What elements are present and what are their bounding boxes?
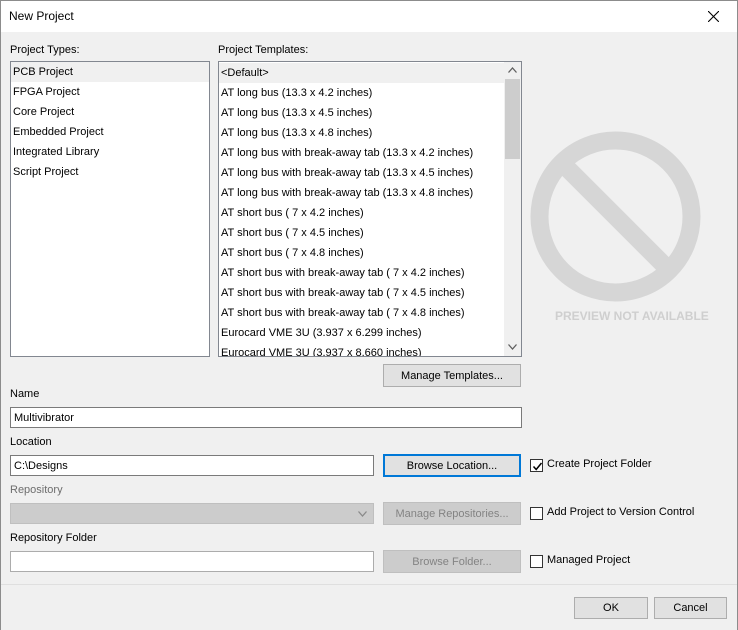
project-type-item[interactable]: Embedded Project: [11, 122, 209, 142]
project-type-item[interactable]: Core Project: [11, 102, 209, 122]
project-template-item[interactable]: AT long bus (13.3 x 4.8 inches): [219, 123, 504, 143]
dialog-title: New Project: [9, 9, 74, 23]
scroll-up-button[interactable]: [504, 62, 521, 79]
project-template-item[interactable]: AT short bus ( 7 x 4.5 inches): [219, 223, 504, 243]
close-button[interactable]: [691, 1, 737, 32]
version-control-check-box[interactable]: [530, 507, 543, 520]
location-input[interactable]: [10, 455, 374, 476]
no-preview-icon: [530, 131, 701, 302]
project-templates-list[interactable]: <Default> AT long bus (13.3 x 4.2 inches)…: [218, 61, 522, 357]
managed-project-check-box[interactable]: [530, 555, 543, 568]
chevron-down-icon: [508, 344, 517, 350]
name-input[interactable]: [10, 407, 522, 428]
close-icon: [708, 11, 719, 22]
preview-unavailable-text: PREVIEW NOT AVAILABLE: [555, 309, 709, 323]
chevron-up-icon: [508, 67, 517, 73]
project-template-item[interactable]: Eurocard VME 3U (3.937 x 6.299 inches): [219, 323, 504, 343]
create-folder-check-box[interactable]: [530, 459, 543, 472]
dialog-footer: OK Cancel: [1, 584, 737, 630]
scroll-down-button[interactable]: [504, 339, 521, 356]
project-template-item[interactable]: AT short bus with break-away tab ( 7 x 4…: [219, 303, 504, 323]
project-types-label: Project Types:: [10, 44, 80, 56]
repository-combo[interactable]: [10, 503, 374, 524]
project-template-item[interactable]: AT long bus with break-away tab (13.3 x …: [219, 163, 504, 183]
project-template-item[interactable]: AT short bus ( 7 x 4.8 inches): [219, 243, 504, 263]
create-folder-label: Create Project Folder: [547, 458, 652, 470]
project-template-item[interactable]: AT short bus ( 7 x 4.2 inches): [219, 203, 504, 223]
browse-folder-button[interactable]: Browse Folder...: [383, 550, 521, 573]
project-template-item[interactable]: AT short bus with break-away tab ( 7 x 4…: [219, 263, 504, 283]
project-type-item[interactable]: PCB Project: [11, 62, 209, 82]
add-to-version-control-checkbox[interactable]: Add Project to Version Control: [530, 506, 710, 521]
project-template-item[interactable]: <Default>: [219, 63, 504, 83]
templates-scrollbar[interactable]: [504, 62, 521, 356]
repository-folder-label: Repository Folder: [10, 532, 97, 544]
checkmark-icon: [532, 462, 543, 471]
ok-button[interactable]: OK: [574, 597, 648, 619]
scroll-thumb[interactable]: [505, 79, 520, 159]
project-type-item[interactable]: Integrated Library: [11, 142, 209, 162]
dropdown-arrow-icon: [358, 511, 367, 517]
project-template-item[interactable]: AT long bus (13.3 x 4.5 inches): [219, 103, 504, 123]
managed-project-checkbox[interactable]: Managed Project: [530, 554, 650, 569]
cancel-button[interactable]: Cancel: [654, 597, 727, 619]
version-control-label: Add Project to Version Control: [547, 506, 695, 518]
repository-folder-input[interactable]: [10, 551, 374, 572]
manage-templates-button[interactable]: Manage Templates...: [383, 364, 521, 387]
title-bar: New Project: [1, 1, 737, 32]
repository-label: Repository: [10, 484, 63, 496]
manage-repositories-button[interactable]: Manage Repositories...: [383, 502, 521, 525]
project-template-item[interactable]: Eurocard VME 3U (3.937 x 8.660 inches): [219, 343, 504, 356]
managed-project-label: Managed Project: [547, 554, 631, 566]
name-label: Name: [10, 388, 40, 400]
project-types-list[interactable]: PCB Project FPGA Project Core Project Embed…: [10, 61, 210, 357]
browse-location-button[interactable]: Browse Location...: [383, 454, 521, 477]
new-project-dialog: New Project Project Types: PCB Project FP…: [0, 0, 738, 630]
project-template-item[interactable]: AT long bus with break-away tab (13.3 x …: [219, 143, 504, 163]
project-template-item[interactable]: AT short bus with break-away tab ( 7 x 4…: [219, 283, 504, 303]
project-template-item[interactable]: AT long bus (13.3 x 4.2 inches): [219, 83, 504, 103]
project-templates-label: Project Templates:: [218, 44, 309, 56]
location-label: Location: [10, 436, 52, 448]
project-type-item[interactable]: FPGA Project: [11, 82, 209, 102]
create-project-folder-checkbox[interactable]: Create Project Folder: [530, 458, 690, 473]
project-type-item[interactable]: Script Project: [11, 162, 209, 182]
project-template-item[interactable]: AT long bus with break-away tab (13.3 x …: [219, 183, 504, 203]
